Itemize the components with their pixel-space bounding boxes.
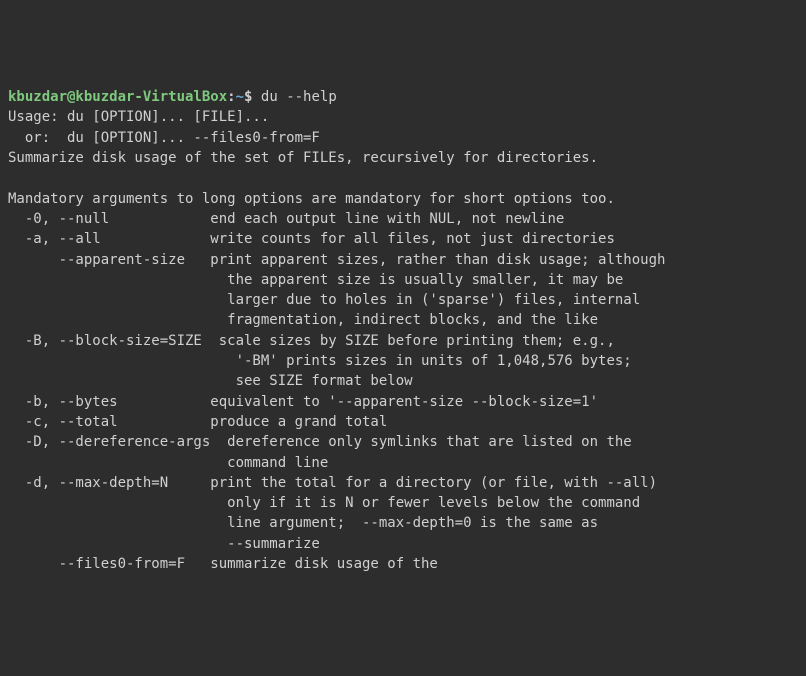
output-line: --files0-from=F summarize disk usage of … (8, 556, 438, 572)
output-line: -B, --block-size=SIZE scale sizes by SIZ… (8, 333, 615, 349)
output-line: -b, --bytes equivalent to '--apparent-si… (8, 394, 598, 410)
output-line: Usage: du [OPTION]... [FILE]... (8, 109, 269, 125)
prompt-user: kbuzdar@kbuzdar-VirtualBox (8, 89, 227, 105)
output-line: -D, --dereference-args dereference only … (8, 434, 632, 450)
output-line: -c, --total produce a grand total (8, 414, 387, 430)
prompt-dollar: $ (244, 89, 252, 105)
output-line: fragmentation, indirect blocks, and the … (8, 312, 598, 328)
output-line: the apparent size is usually smaller, it… (8, 272, 623, 288)
terminal-window[interactable]: kbuzdar@kbuzdar-VirtualBox:~$ du --help … (8, 87, 798, 574)
output-line: or: du [OPTION]... --files0-from=F (8, 130, 320, 146)
output-line: '-BM' prints sizes in units of 1,048,576… (8, 353, 632, 369)
output-line: --apparent-size print apparent sizes, ra… (8, 252, 665, 268)
output-line: Summarize disk usage of the set of FILEs… (8, 150, 598, 166)
output-line: only if it is N or fewer levels below th… (8, 495, 640, 511)
output-line: see SIZE format below (8, 373, 413, 389)
output-line: larger due to holes in ('sparse') files,… (8, 292, 640, 308)
output-line: -d, --max-depth=N print the total for a … (8, 475, 657, 491)
command-input[interactable]: du --help (261, 89, 337, 105)
output-line: Mandatory arguments to long options are … (8, 191, 615, 207)
prompt-path: ~ (236, 89, 244, 105)
output-line: line argument; --max-depth=0 is the same… (8, 515, 598, 531)
output-line: -0, --null end each output line with NUL… (8, 211, 564, 227)
output-line: -a, --all write counts for all files, no… (8, 231, 615, 247)
output-line: command line (8, 455, 328, 471)
prompt-colon: : (227, 89, 235, 105)
output-line: --summarize (8, 536, 320, 552)
